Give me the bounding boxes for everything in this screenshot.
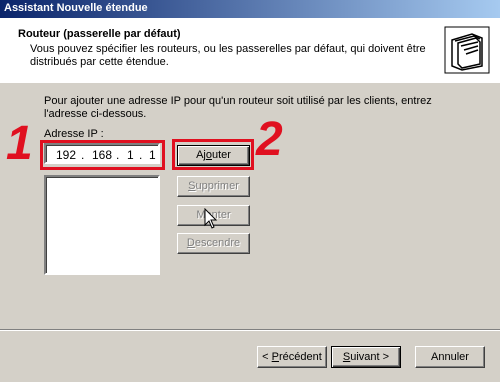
footer-separator-highlight bbox=[0, 330, 500, 331]
header-description: Vous pouvez spécifier les routeurs, ou l… bbox=[30, 43, 426, 68]
move-down-button[interactable]: Descendre bbox=[177, 233, 250, 254]
router-list[interactable] bbox=[44, 175, 160, 275]
highlight-add-button bbox=[172, 139, 254, 170]
ip-address-label: Adresse IP : bbox=[44, 128, 104, 140]
next-button[interactable]: Suivant > bbox=[331, 346, 401, 368]
annotation-number-2: 2 bbox=[256, 113, 283, 166]
highlight-ip-field bbox=[40, 140, 165, 170]
wizard-header: Routeur (passerelle par défaut) Vous pou… bbox=[0, 18, 500, 83]
title-bar: Assistant Nouvelle étendue bbox=[0, 0, 500, 18]
annotation-number-1: 1 bbox=[6, 117, 33, 170]
mouse-pointer-icon bbox=[204, 208, 218, 229]
window-title: Assistant Nouvelle étendue bbox=[4, 2, 148, 14]
remove-button[interactable]: Supprimer bbox=[177, 176, 250, 197]
folder-stack-icon bbox=[444, 26, 490, 74]
header-title: Routeur (passerelle par défaut) bbox=[18, 28, 181, 40]
header-separator bbox=[0, 82, 500, 83]
back-button[interactable]: < Précédent bbox=[257, 346, 327, 368]
intro-text: Pour ajouter une adresse IP pour qu'un r… bbox=[44, 95, 432, 120]
cancel-button[interactable]: Annuler bbox=[415, 346, 485, 368]
